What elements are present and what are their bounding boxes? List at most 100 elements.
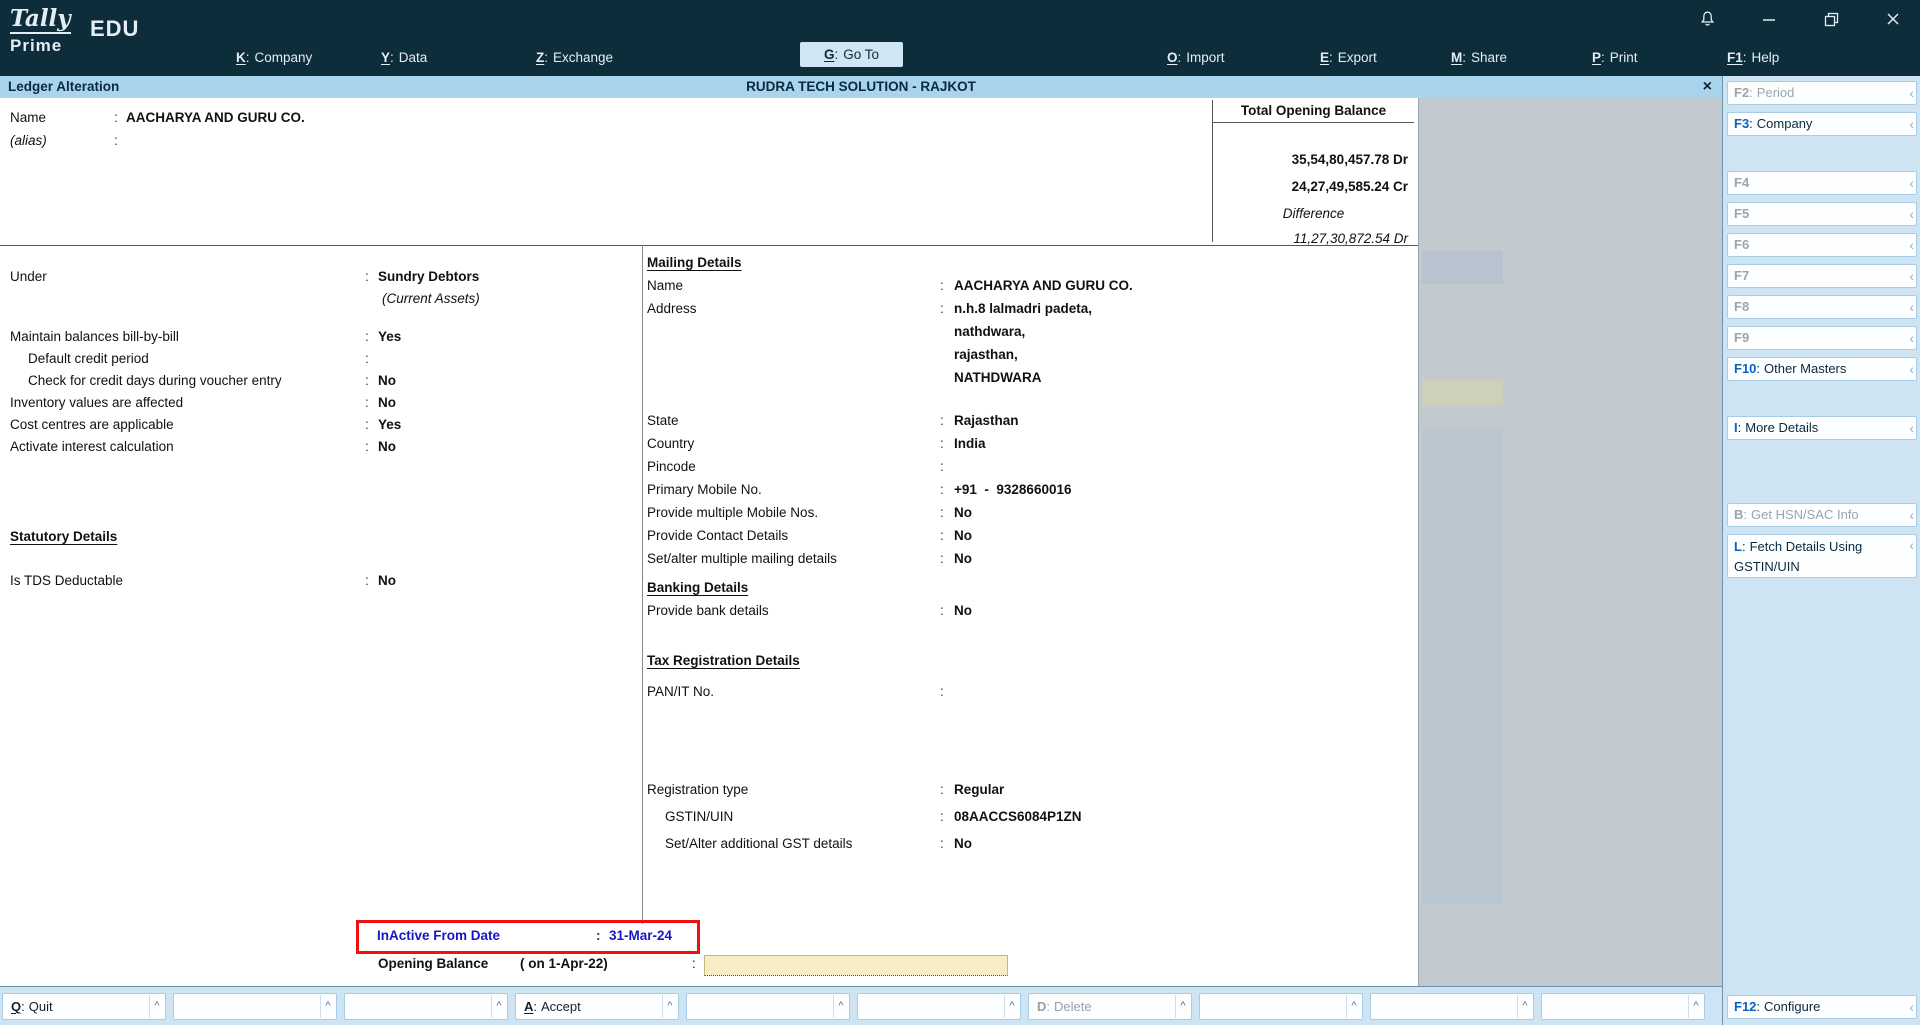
field-value-maintain-balances-bill-by-bill[interactable]: Yes bbox=[378, 329, 401, 344]
field-value-set-alter-additional-gst-details[interactable]: No bbox=[954, 836, 972, 851]
expand-caret-icon: ^ bbox=[149, 995, 164, 1018]
section-heading-tax-registration-details: Tax Registration Details bbox=[647, 653, 1419, 676]
field-value-address[interactable]: n.h.8 lalmadri padeta, bbox=[954, 301, 1092, 316]
field-value-activate-interest-calculation[interactable]: No bbox=[378, 439, 396, 454]
field-value-set-alter-multiple-mailing-details[interactable]: No bbox=[954, 551, 972, 566]
menu-label: Share bbox=[1471, 50, 1507, 65]
colon-separator: : bbox=[21, 999, 25, 1014]
expand-chevron-icon: ‹ bbox=[1909, 358, 1914, 380]
sidebar-button-other-masters[interactable]: F10:Other Masters‹ bbox=[1727, 357, 1917, 381]
field-label-provide-contact-details: Provide Contact Details bbox=[647, 528, 788, 543]
field-value-nathdwara[interactable]: nathdwara, bbox=[954, 324, 1025, 339]
sidebar-button-fetch-details-using-gstin-uin[interactable]: L:Fetch Details Using GSTIN/UIN‹ bbox=[1727, 534, 1917, 578]
shortcut-key: Y bbox=[381, 50, 390, 65]
menu-go-to[interactable]: G:Go To bbox=[800, 42, 903, 67]
field-value-nathdwara[interactable]: NATHDWARA bbox=[954, 370, 1042, 385]
field-row-activate-interest-calculation: Activate interest calculation:No bbox=[10, 439, 640, 461]
top-menu-bar: Tally Prime EDU K:Company Y:Data Z:Excha… bbox=[0, 0, 1920, 76]
spacer bbox=[10, 551, 640, 573]
background-artifact bbox=[1422, 429, 1503, 904]
right-button-panel: F2:Period‹F3:Company‹F4‹F5‹F6‹F7‹F8‹F9‹F… bbox=[1722, 76, 1920, 1025]
field-value-rajasthan[interactable]: rajasthan, bbox=[954, 347, 1018, 362]
menu-share[interactable]: M:Share bbox=[1451, 50, 1507, 65]
field-value-country[interactable]: India bbox=[954, 436, 986, 451]
shortcut-key: L bbox=[1734, 539, 1742, 554]
menu-data[interactable]: Y:Data bbox=[381, 50, 427, 65]
expand-chevron-icon: ‹ bbox=[1909, 535, 1914, 555]
bottombar-button-quit[interactable]: Q:Quit^ bbox=[2, 993, 166, 1020]
ledger-name-value[interactable]: AACHARYA AND GURU CO. bbox=[126, 110, 305, 125]
field-label-name: Name bbox=[647, 278, 683, 293]
colon-separator: : bbox=[940, 459, 944, 474]
shortcut-key: K bbox=[236, 50, 246, 65]
field-label-primary-mobile-no: Primary Mobile No. bbox=[647, 482, 762, 497]
menu-print[interactable]: P:Print bbox=[1592, 50, 1638, 65]
colon-separator: : bbox=[1743, 507, 1747, 522]
colon-separator: : bbox=[246, 50, 250, 65]
sidebar-button-more-details[interactable]: I:More Details‹ bbox=[1727, 416, 1917, 440]
field-row-address: Address:n.h.8 lalmadri padeta, bbox=[647, 301, 1419, 324]
maximize-restore-button[interactable] bbox=[1822, 9, 1840, 29]
close-window-button[interactable] bbox=[1884, 9, 1902, 29]
field-label-gstin-uin: GSTIN/UIN bbox=[647, 809, 733, 824]
field-value-provide-contact-details[interactable]: No bbox=[954, 528, 972, 543]
button-label: Fetch Details Using GSTIN/UIN bbox=[1734, 539, 1862, 574]
sidebar-button-f5: F5‹ bbox=[1727, 202, 1917, 226]
field-value-registration-type[interactable]: Regular bbox=[954, 782, 1004, 797]
field-row-default-credit-period: Default credit period: bbox=[10, 351, 640, 373]
bottombar-slot-5: ^ bbox=[686, 993, 850, 1020]
sidebar-button-f8: F8‹ bbox=[1727, 295, 1917, 319]
tally-prime-window: Tally Prime EDU K:Company Y:Data Z:Excha… bbox=[0, 0, 1920, 1025]
bottombar-button-accept[interactable]: A:Accept^ bbox=[515, 993, 679, 1020]
colon-separator: : bbox=[940, 809, 944, 824]
menu-import[interactable]: O:Import bbox=[1167, 50, 1225, 65]
field-value-under[interactable]: Sundry Debtors bbox=[378, 269, 479, 284]
menu-export[interactable]: E:Export bbox=[1320, 50, 1377, 65]
field-value-name[interactable]: AACHARYA AND GURU CO. bbox=[954, 278, 1133, 293]
field-row-provide-bank-details: Provide bank details:No bbox=[647, 603, 1419, 626]
expand-caret-icon: ^ bbox=[1688, 995, 1703, 1018]
shortcut-key: F5 bbox=[1734, 206, 1749, 221]
menu-exchange[interactable]: Z:Exchange bbox=[536, 50, 613, 65]
sidebar-button-company[interactable]: F3:Company‹ bbox=[1727, 112, 1917, 136]
configure-button[interactable]: F12:Configure ‹ bbox=[1727, 995, 1917, 1019]
window-controls bbox=[1698, 9, 1902, 29]
button-label: Company bbox=[1757, 116, 1813, 131]
field-value-provide-multiple-mobile-nos[interactable]: No bbox=[954, 505, 972, 520]
bottom-button-bar: Q:Quit^^^A:Accept^^^D:Delete^^^^ bbox=[0, 986, 1722, 1025]
field-value-provide-bank-details[interactable]: No bbox=[954, 603, 972, 618]
colon-separator: : bbox=[940, 782, 944, 797]
close-screen-button[interactable]: × bbox=[1703, 76, 1712, 98]
field-value-cost-centres-are-applicable[interactable]: Yes bbox=[378, 417, 401, 432]
shortcut-key: M bbox=[1451, 50, 1462, 65]
shortcut-key: F7 bbox=[1734, 268, 1749, 283]
opening-balance-input[interactable] bbox=[704, 955, 1008, 976]
field-value-current-assets[interactable]: (Current Assets) bbox=[382, 291, 480, 306]
colon-separator: : bbox=[365, 395, 369, 410]
menu-help[interactable]: F1:Help bbox=[1727, 50, 1779, 65]
minimize-button[interactable] bbox=[1760, 9, 1778, 29]
field-label-cost-centres-are-applicable: Cost centres are applicable bbox=[10, 417, 174, 432]
difference-label: Difference bbox=[1213, 206, 1414, 221]
menu-company[interactable]: K:Company bbox=[236, 50, 312, 65]
inactive-from-date-value[interactable]: 31-Mar-24 bbox=[609, 928, 672, 943]
notifications-bell-icon[interactable] bbox=[1698, 9, 1716, 29]
shortcut-key: E bbox=[1320, 50, 1329, 65]
expand-chevron-icon: ‹ bbox=[1909, 417, 1914, 439]
field-value-state[interactable]: Rajasthan bbox=[954, 413, 1019, 428]
button-label: Other Masters bbox=[1764, 361, 1846, 376]
colon-separator: : bbox=[365, 373, 369, 388]
logo-tally-text: Tally bbox=[10, 7, 71, 34]
field-value-check-for-credit-days-during-voucher-entry[interactable]: No bbox=[378, 373, 396, 388]
field-row-current-assets: (Current Assets) bbox=[10, 291, 640, 313]
button-label: Period bbox=[1757, 85, 1795, 100]
field-value-gstin-uin[interactable]: 08AACCS6084P1ZN bbox=[954, 809, 1082, 824]
field-value-primary-mobile-no[interactable]: +91 - 9328660016 bbox=[954, 482, 1071, 497]
field-value-inventory-values-are-affected[interactable]: No bbox=[378, 395, 396, 410]
field-value-is-tds-deductable[interactable]: No bbox=[378, 573, 396, 588]
menu-label: Import bbox=[1186, 50, 1224, 65]
colon-separator: : bbox=[1749, 116, 1753, 131]
edition-badge: EDU bbox=[90, 16, 139, 42]
expand-chevron-icon: ‹ bbox=[1909, 82, 1914, 104]
field-row-check-for-credit-days-during-voucher-entry: Check for credit days during voucher ent… bbox=[10, 373, 640, 395]
